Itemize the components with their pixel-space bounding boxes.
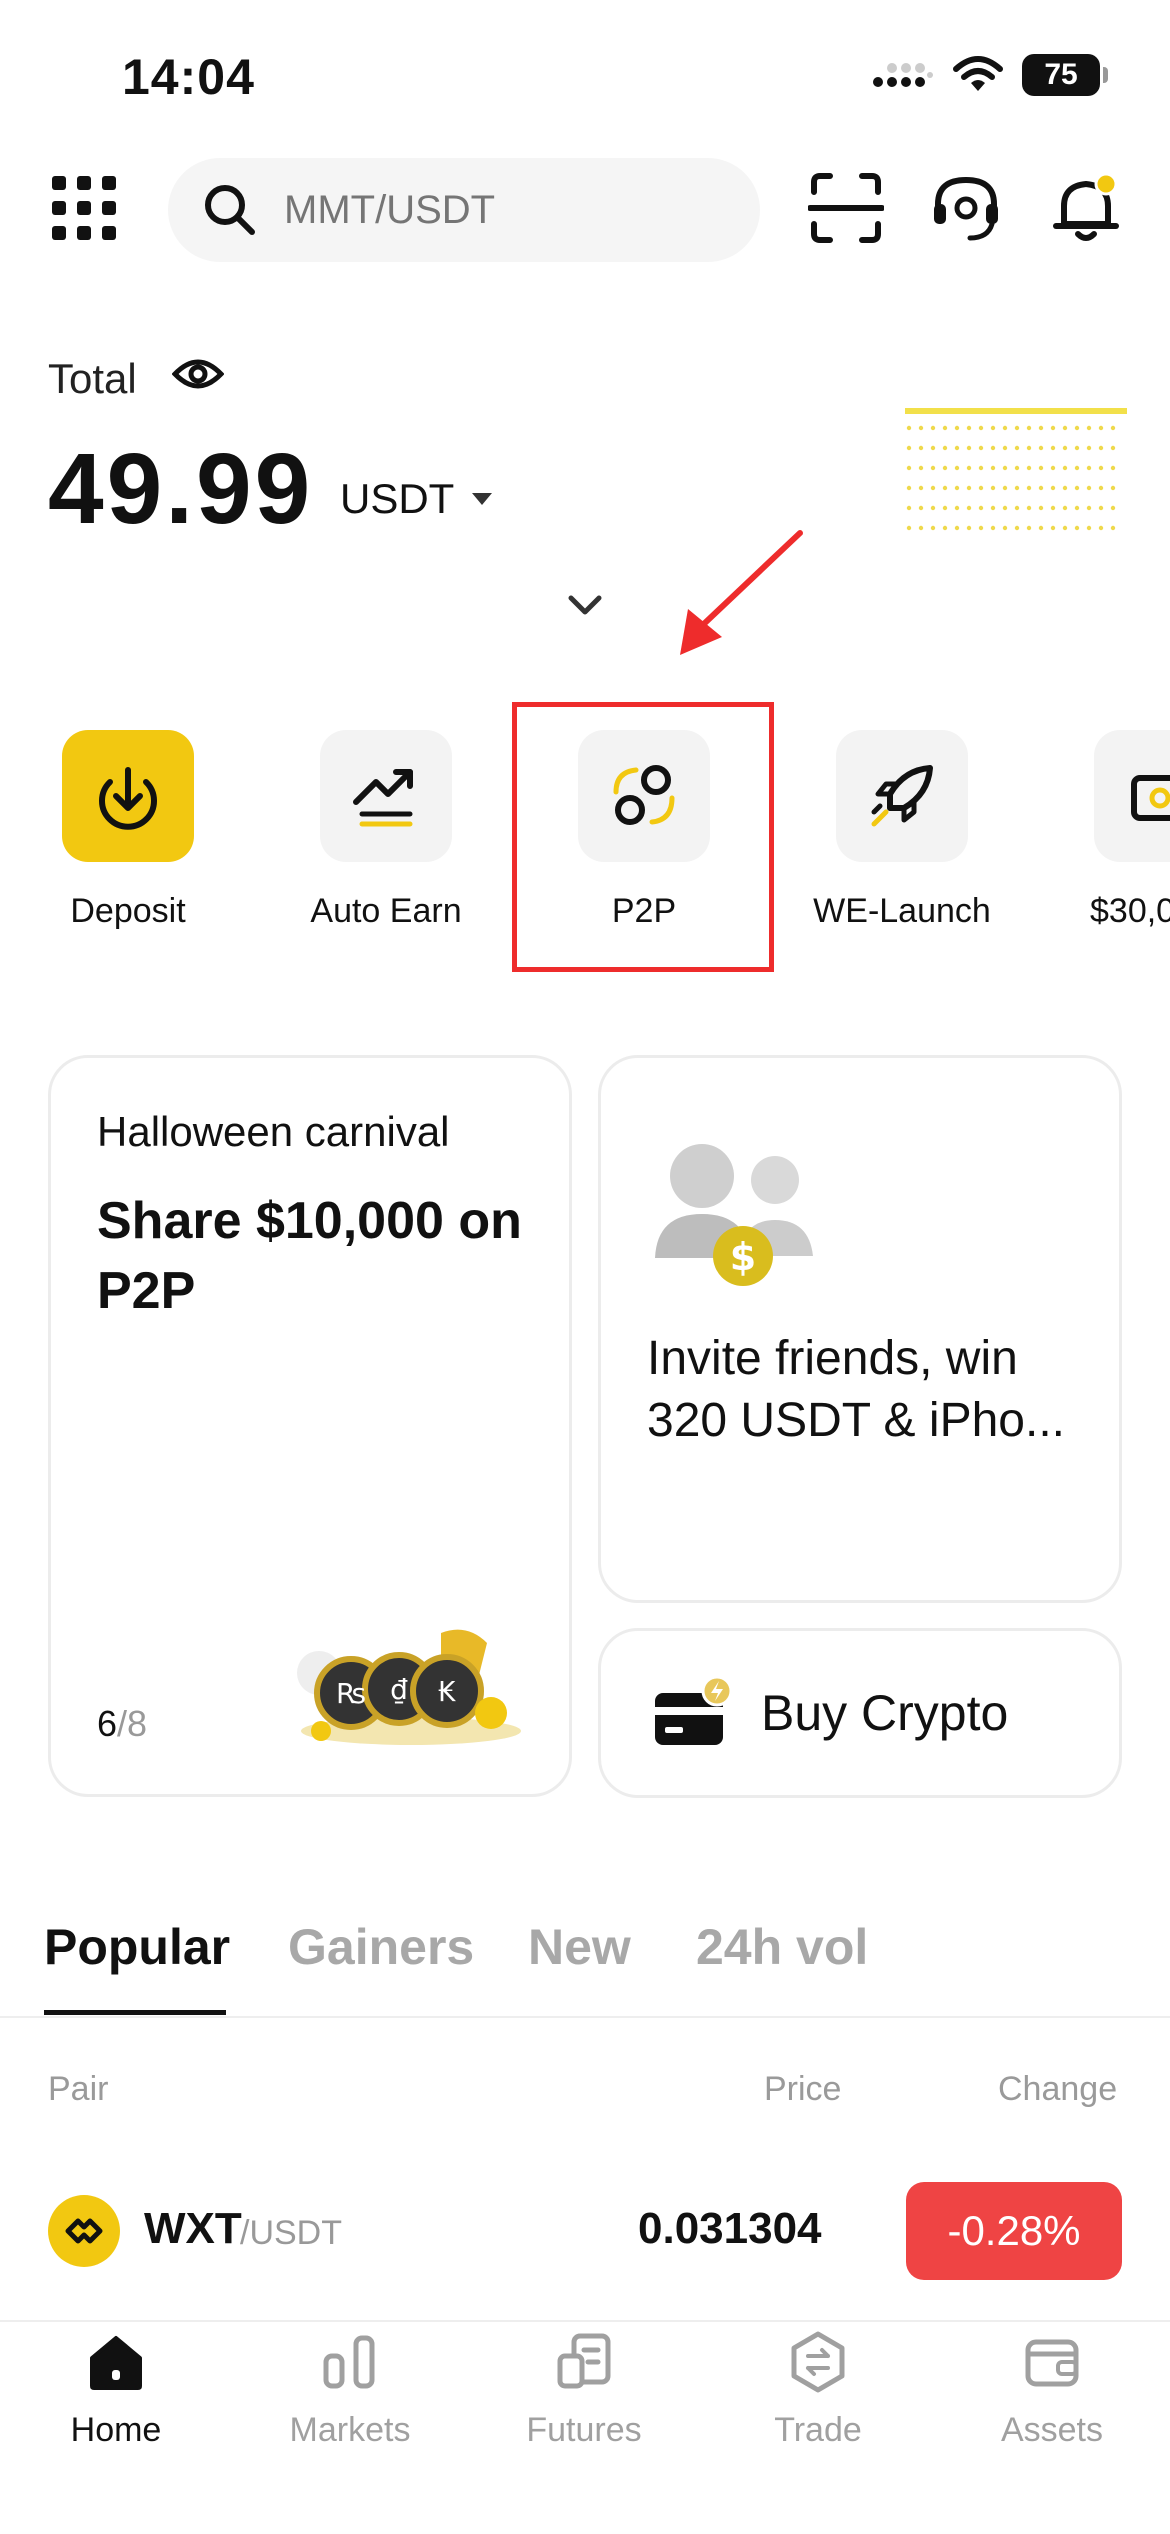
annotation-arrow <box>680 530 803 655</box>
buy-crypto-label: Buy Crypto <box>761 1685 1009 1741</box>
markets-icon <box>323 2335 375 2389</box>
nav-label: Markets <box>289 2411 411 2449</box>
quick-action-deposit[interactable]: Deposit <box>28 730 228 931</box>
pair-price: 0.031304 <box>638 2204 822 2253</box>
trend-up-icon <box>353 769 413 827</box>
annotation-highlight-box <box>512 702 774 972</box>
decorative-pattern <box>905 408 1127 531</box>
balance-amount: 49.99 <box>48 433 314 545</box>
promo-title: Halloween carnival <box>97 1108 450 1155</box>
search-bar[interactable] <box>168 158 760 262</box>
gift-icon <box>1131 775 1170 821</box>
column-header-price: Price <box>764 2070 842 2108</box>
currency-label: USDT <box>340 475 455 522</box>
pair-quote: /USDT <box>240 2214 342 2252</box>
nav-futures[interactable]: Futures <box>484 2330 684 2450</box>
download-icon <box>99 767 157 830</box>
promo-card-invite[interactable]: $ Invite friends, win 320 USDT & iPho... <box>598 1055 1122 1603</box>
svg-text:₫: ₫ <box>390 1673 408 1706</box>
caret-down-icon <box>472 493 493 505</box>
column-header-change: Change <box>998 2070 1118 2108</box>
quick-action-label: Auto Earn <box>310 892 462 930</box>
tab-new[interactable]: New <box>528 1918 631 1976</box>
quick-action-label: Deposit <box>70 892 186 930</box>
scan-icon[interactable] <box>808 170 884 246</box>
quick-action-promo[interactable]: $30,0 <box>1060 730 1170 931</box>
column-header-pair: Pair <box>48 2070 109 2108</box>
search-icon <box>205 185 255 235</box>
trade-icon <box>791 2331 845 2393</box>
futures-icon <box>557 2333 611 2389</box>
expand-chevron-icon[interactable] <box>565 592 605 620</box>
active-tab-indicator <box>44 2010 226 2015</box>
wifi-icon <box>953 56 1003 91</box>
status-time: 14:04 <box>122 49 255 105</box>
quick-action-auto-earn[interactable]: Auto Earn <box>286 730 486 931</box>
promo-pager: 6/8 <box>97 1703 147 1745</box>
home-icon <box>90 2336 142 2390</box>
status-indicators: 75 <box>872 54 1108 96</box>
nav-home[interactable]: Home <box>16 2330 216 2450</box>
nav-markets[interactable]: Markets <box>250 2330 450 2450</box>
wallet-icon <box>1025 2339 1079 2387</box>
nav-label: Trade <box>774 2411 862 2449</box>
invite-text-line: 320 USDT & iPho... <box>647 1394 1065 1447</box>
quick-action-label: WE-Launch <box>813 892 991 930</box>
svg-text:₨: ₨ <box>336 1677 366 1710</box>
nav-label: Futures <box>526 2411 642 2449</box>
nav-label: Home <box>70 2411 162 2449</box>
nav-label: Assets <box>1000 2411 1104 2449</box>
quick-action-we-launch[interactable]: WE-Launch <box>802 730 1002 931</box>
credit-card-icon <box>655 1675 733 1745</box>
halloween-coins-image: ₨ ₫ ₭ <box>297 1629 521 1745</box>
quick-action-label: $30,0 <box>1090 892 1170 930</box>
cellular-signal-icon <box>873 63 933 87</box>
buy-crypto-button[interactable]: Buy Crypto <box>598 1628 1122 1798</box>
search-input[interactable] <box>282 186 726 234</box>
promo-card-halloween[interactable]: Halloween carnival Share $10,000 on P2P … <box>48 1055 572 1797</box>
wxt-coin-icon <box>48 2195 120 2267</box>
eye-visibility-icon[interactable] <box>172 352 224 396</box>
change-badge[interactable]: -0.28% <box>906 2182 1122 2280</box>
balance-label: Total <box>48 355 137 402</box>
svg-text:₭: ₭ <box>438 1675 456 1708</box>
invite-friends-icon: $ <box>655 1144 813 1286</box>
tab-24h-vol[interactable]: 24h vol <box>696 1918 868 1976</box>
tab-gainers[interactable]: Gainers <box>288 1918 474 1976</box>
pager-current: 6 <box>97 1703 118 1744</box>
app-menu-grid-icon[interactable] <box>52 176 116 240</box>
promo-headline: Share $10,000 on P2P <box>97 1192 522 1320</box>
rocket-icon <box>871 765 933 827</box>
invite-text-line: Invite friends, win <box>647 1332 1018 1385</box>
currency-selector[interactable]: USDT <box>340 475 494 523</box>
invite-text: Invite friends, win 320 USDT & iPho... <box>647 1328 1087 1452</box>
svg-text:$: $ <box>730 1235 756 1279</box>
tab-divider <box>0 2016 1170 2018</box>
customer-support-icon[interactable] <box>928 170 1004 246</box>
pager-total: /8 <box>117 1703 148 1744</box>
nav-trade[interactable]: Trade <box>718 2330 918 2450</box>
notification-bell-icon[interactable] <box>1048 170 1124 246</box>
battery-indicator: 75 <box>1022 54 1108 96</box>
tab-popular[interactable]: Popular <box>44 1918 230 1976</box>
nav-assets[interactable]: Assets <box>952 2330 1152 2450</box>
pair-base: WXT <box>144 2204 242 2253</box>
